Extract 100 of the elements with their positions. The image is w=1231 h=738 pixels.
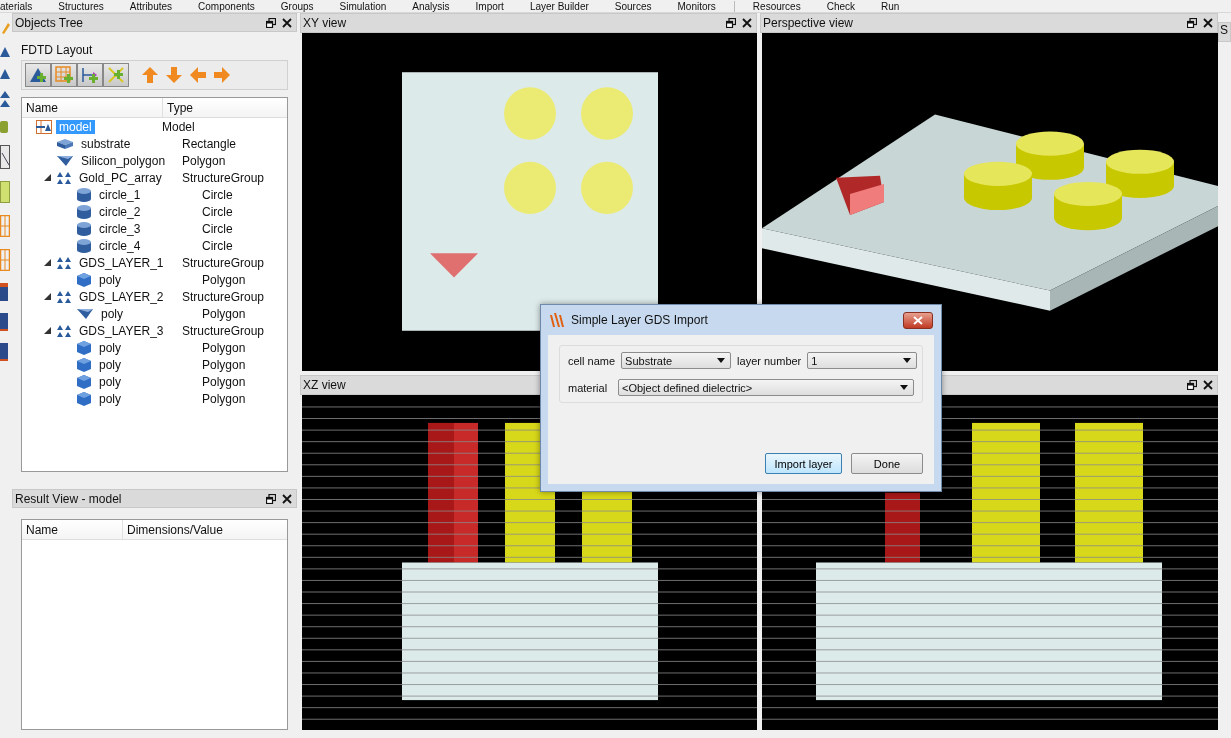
- column-header[interactable]: Name: [22, 520, 123, 539]
- column-header[interactable]: Name: [22, 98, 163, 117]
- tree-item[interactable]: poly: [96, 340, 124, 355]
- dropdown[interactable]: Substrate: [621, 352, 732, 369]
- view-title: XZ view: [303, 378, 346, 392]
- panel-title: Result View - model: [15, 491, 122, 506]
- dialog-button[interactable]: Import layer: [765, 453, 842, 474]
- cylinder-drawing: [1106, 149, 1174, 198]
- expand-arrow-icon[interactable]: [44, 174, 51, 181]
- tree-item[interactable]: circle_3: [96, 221, 144, 236]
- tree-item[interactable]: poly: [96, 357, 124, 372]
- bucket-icon[interactable]: [0, 119, 8, 133]
- group-icon[interactable]: [0, 91, 10, 107]
- prism-icon: [76, 373, 92, 390]
- tree-item[interactable]: GDS_LAYER_1: [76, 255, 167, 270]
- toolbar-tab[interactable]: Resources: [752, 1, 801, 12]
- add-structure-button[interactable]: [25, 63, 51, 87]
- prism-icon: [76, 356, 92, 373]
- column-header[interactable]: Dimensions/Value: [123, 522, 223, 537]
- add-mesh-button[interactable]: [51, 63, 77, 87]
- toolbar-tab[interactable]: Layer Builder: [529, 1, 589, 12]
- toolbar-tab[interactable]: Attributes: [129, 1, 173, 12]
- tree-item[interactable]: substrate: [78, 136, 134, 151]
- close-icon[interactable]: [282, 493, 292, 504]
- toolbar-tab[interactable]: Analysis: [412, 1, 450, 12]
- cylinder-icon: [76, 186, 92, 203]
- add-port-button[interactable]: [77, 63, 103, 87]
- toolbar-tab[interactable]: Run: [881, 1, 900, 12]
- section-label: FDTD Layout: [21, 43, 94, 57]
- expand-arrow-icon[interactable]: [44, 293, 51, 300]
- close-icon[interactable]: [1203, 380, 1213, 390]
- wedge-icon: [76, 307, 94, 320]
- dialog-title: Simple Layer GDS Import: [571, 313, 708, 327]
- close-icon[interactable]: [1203, 18, 1213, 28]
- disk-shape: [581, 161, 633, 215]
- add-triangle-icon: [29, 66, 47, 84]
- dropdown[interactable]: 1: [807, 352, 918, 369]
- toolbar-tab[interactable]: Monitors: [677, 1, 716, 12]
- dropdown-arrow-icon: [900, 385, 908, 390]
- close-icon[interactable]: [282, 17, 292, 28]
- toolbar-tab[interactable]: Groups: [280, 1, 314, 12]
- triangle-icon[interactable]: [0, 69, 10, 79]
- wedge-icon: [56, 154, 74, 167]
- add-port-icon: [81, 66, 99, 84]
- type-cell: Rectangle: [182, 136, 237, 151]
- float-icon[interactable]: [266, 17, 276, 28]
- cylinder-drawing: [1054, 181, 1122, 231]
- dropdown[interactable]: <Object defined dielectric>: [618, 379, 914, 396]
- tree-item[interactable]: GDS_LAYER_3: [76, 323, 167, 338]
- tree-item[interactable]: circle_4: [96, 238, 144, 253]
- float-icon[interactable]: [1187, 18, 1197, 28]
- toolbar-tab[interactable]: Check: [826, 1, 855, 12]
- toolbar-tab[interactable]: Components: [198, 1, 255, 12]
- add-source-button[interactable]: [103, 63, 129, 87]
- prism-icon: [76, 339, 92, 356]
- wedge-drawing: [836, 175, 884, 216]
- add-cross-icon: [107, 66, 125, 84]
- disk-shape: [581, 87, 633, 140]
- tree-item[interactable]: circle_2: [96, 204, 144, 219]
- close-icon[interactable]: [742, 18, 752, 28]
- cylinder-drawing: [964, 161, 1032, 210]
- type-cell: Circle: [202, 187, 233, 202]
- toolbar-tab[interactable]: aterials: [0, 1, 33, 12]
- type-cell: Circle: [202, 204, 233, 219]
- type-cell: Polygon: [202, 272, 246, 287]
- expand-arrow-icon[interactable]: [44, 259, 51, 266]
- panel-title: Objects Tree: [15, 15, 84, 30]
- toolbar-tab[interactable]: Import: [475, 1, 504, 12]
- cylinder-icon: [76, 220, 92, 237]
- dialog-button[interactable]: Done: [851, 453, 923, 474]
- tree-item[interactable]: poly: [98, 306, 126, 321]
- cylinder-drawing: [1016, 131, 1084, 180]
- column-header[interactable]: Type: [163, 100, 193, 115]
- toolbar-tab[interactable]: Structures: [58, 1, 104, 12]
- toolbar-tab[interactable]: Sources: [614, 1, 652, 12]
- tree-item[interactable]: poly: [96, 272, 124, 287]
- tree-item[interactable]: Gold_PC_array: [76, 170, 165, 185]
- triangle-icon[interactable]: [0, 47, 10, 57]
- toolbar-tab[interactable]: Simulation: [339, 1, 387, 12]
- tree-item[interactable]: Silicon_polygon: [78, 153, 169, 168]
- type-cell: Polygon: [202, 391, 246, 406]
- type-cell: StructureGroup: [182, 255, 265, 270]
- close-icon: [913, 315, 923, 325]
- model-icon: [36, 119, 52, 134]
- tree-item[interactable]: poly: [96, 374, 124, 389]
- disk-shape: [504, 87, 556, 140]
- side-tab[interactable]: S: [1218, 22, 1231, 42]
- close-button[interactable]: [903, 311, 933, 329]
- expand-arrow-icon[interactable]: [44, 327, 51, 334]
- float-icon[interactable]: [726, 18, 736, 28]
- float-icon[interactable]: [266, 493, 276, 504]
- tree-item[interactable]: circle_1: [96, 187, 144, 202]
- tree-item[interactable]: poly: [96, 391, 124, 406]
- type-cell: Polygon: [202, 374, 246, 389]
- view-title: Perspective view: [763, 16, 854, 30]
- float-icon[interactable]: [1187, 380, 1197, 390]
- cursor-icon[interactable]: [0, 145, 10, 169]
- prism-icon: [76, 271, 92, 288]
- tree-item[interactable]: GDS_LAYER_2: [76, 289, 167, 304]
- type-cell: Polygon: [202, 340, 246, 355]
